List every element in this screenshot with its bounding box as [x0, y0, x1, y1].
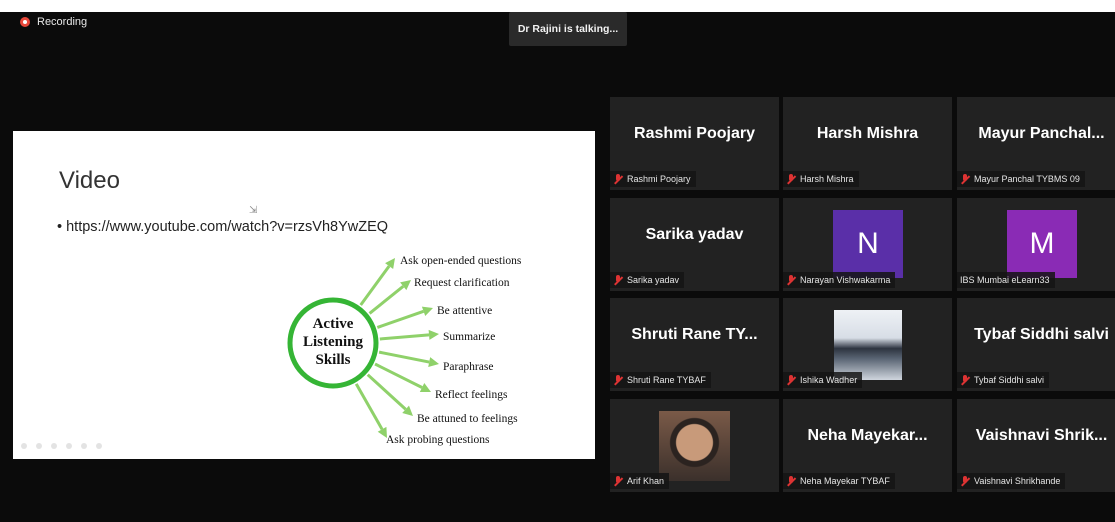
participant-display-name: Tybaf Siddhi salvi — [974, 326, 1109, 343]
participant-video-photo — [659, 411, 730, 481]
slide-control-dot[interactable] — [81, 443, 87, 449]
participant-tile[interactable]: Tybaf Siddhi salvi Tybaf Siddhi salvi — [957, 298, 1115, 391]
participant-avatar: M — [1007, 210, 1077, 278]
participant-tile[interactable]: Rashmi Poojary Rashmi Poojary — [610, 97, 779, 190]
center-label-1: Active — [313, 316, 354, 332]
skill-label: Ask probing questions — [386, 434, 490, 446]
skill-arrow-head — [421, 306, 433, 317]
participant-name-label: Harsh Mishra — [783, 171, 859, 187]
skill-label: Be attentive — [437, 305, 492, 317]
participant-label-text: Ishika Wadher — [800, 375, 858, 385]
slide-bullet-link: • https://www.youtube.com/watch?v=rzsVh8… — [57, 219, 389, 235]
participant-display-name: Neha Mayekar... — [807, 427, 928, 444]
participant-label-text: Shruti Rane TYBAF — [627, 375, 706, 385]
participant-label-text: Narayan Vishwakarma — [800, 275, 891, 285]
mic-muted-icon — [786, 173, 796, 185]
record-icon — [20, 17, 30, 27]
mic-muted-icon — [613, 374, 623, 386]
participant-label-text: Harsh Mishra — [800, 174, 854, 184]
skill-label: Request clarification — [414, 277, 510, 289]
skill-arrow-head — [428, 329, 439, 340]
skill-label: Be attuned to feelings — [417, 413, 518, 425]
skill-arrow-head — [428, 357, 439, 367]
participant-label-text: IBS Mumbai eLearn33 — [960, 275, 1050, 285]
participant-name-label: Arif Khan — [610, 473, 670, 489]
skill-arrow — [368, 285, 405, 315]
participant-name-label: Vaishnavi Shrikhande — [957, 473, 1066, 489]
participant-display-name: Sarika yadav — [645, 226, 744, 243]
mic-muted-icon — [613, 173, 623, 185]
recording-indicator[interactable]: Recording — [20, 16, 87, 28]
participant-label-text: Vaishnavi Shrikhande — [974, 476, 1061, 486]
participant-name-label: Ishika Wadher — [783, 372, 863, 388]
participant-label-text: Rashmi Poojary — [627, 174, 691, 184]
mouse-cursor-icon: ⇲ — [249, 205, 258, 216]
participant-label-text: Tybaf Siddhi salvi — [974, 375, 1045, 385]
participant-tile[interactable]: Shruti Rane TY... Shruti Rane TYBAF — [610, 298, 779, 391]
participant-label-text: Mayur Panchal TYBMS 09 — [974, 174, 1080, 184]
active-listening-diagram: Active Listening Skills Ask open-ended q… — [287, 255, 522, 446]
center-label-3: Skills — [315, 352, 350, 368]
shared-screen-slide: Video • https://www.youtube.com/watch?v=… — [13, 131, 595, 459]
participant-tile[interactable]: M IBS Mumbai eLearn33 — [957, 198, 1115, 291]
slide-controls — [21, 443, 102, 449]
participant-avatar: N — [833, 210, 903, 278]
top-bar — [0, 0, 1115, 12]
skill-label: Paraphrase — [443, 361, 493, 373]
mic-muted-icon — [960, 475, 970, 487]
participant-display-name: Mayur Panchal... — [978, 125, 1105, 142]
participant-tile[interactable]: Arif Khan — [610, 399, 779, 492]
participant-tile[interactable]: Sarika yadav Sarika yadav — [610, 198, 779, 291]
mic-muted-icon — [613, 475, 623, 487]
participant-tile[interactable]: Mayur Panchal... Mayur Panchal TYBMS 09 — [957, 97, 1115, 190]
skill-arrow — [366, 373, 407, 411]
participant-tile[interactable]: Neha Mayekar... Neha Mayekar TYBAF — [783, 399, 952, 492]
participant-tile[interactable]: Harsh Mishra Harsh Mishra — [783, 97, 952, 190]
slide-control-dot[interactable] — [66, 443, 72, 449]
participant-video-photo — [834, 310, 902, 380]
slide-control-dot[interactable] — [36, 443, 42, 449]
slide-control-dot[interactable] — [21, 443, 27, 449]
participant-display-name: Shruti Rane TY... — [631, 326, 758, 343]
skill-arrow — [376, 309, 425, 329]
participant-label-text: Arif Khan — [627, 476, 665, 486]
skill-label: Ask open-ended questions — [400, 255, 522, 267]
mic-muted-icon — [613, 274, 623, 286]
skill-label: Reflect feelings — [435, 389, 508, 401]
skill-arrow — [359, 265, 391, 306]
active-speaker-banner: Dr Rajini is talking... — [509, 12, 627, 46]
participant-display-name: Rashmi Poojary — [634, 125, 755, 142]
participant-display-name: Vaishnavi Shrik... — [975, 427, 1108, 444]
active-speaker-label: Dr Rajini is talking... — [517, 23, 619, 35]
skill-arrow — [354, 383, 384, 431]
slide-title: Video — [59, 167, 120, 194]
participant-name-label: Rashmi Poojary — [610, 171, 696, 187]
mic-muted-icon — [786, 374, 796, 386]
recording-label: Recording — [37, 16, 88, 28]
participant-name-label: Sarika yadav — [610, 272, 685, 288]
participant-name-label: IBS Mumbai eLearn33 — [957, 272, 1055, 288]
participant-display-name: Harsh Mishra — [816, 125, 919, 142]
slide-control-dot[interactable] — [96, 443, 102, 449]
participant-name-label: Shruti Rane TYBAF — [610, 372, 711, 388]
skill-arrow — [379, 333, 430, 341]
skill-arrow — [374, 362, 423, 389]
skill-label: Summarize — [443, 331, 495, 343]
center-label-2: Listening — [303, 334, 364, 350]
participant-tile[interactable]: Ishika Wadher — [783, 298, 952, 391]
participant-name-label: Neha Mayekar TYBAF — [783, 473, 895, 489]
participant-name-label: Mayur Panchal TYBMS 09 — [957, 171, 1085, 187]
mic-muted-icon — [786, 475, 796, 487]
mic-muted-icon — [786, 274, 796, 286]
participant-name-label: Tybaf Siddhi salvi — [957, 372, 1050, 388]
skill-arrow — [378, 350, 430, 364]
mic-muted-icon — [960, 173, 970, 185]
participant-tile[interactable]: N Narayan Vishwakarma — [783, 198, 952, 291]
slide-control-dot[interactable] — [51, 443, 57, 449]
participant-label-text: Neha Mayekar TYBAF — [800, 476, 890, 486]
mic-muted-icon — [960, 374, 970, 386]
participant-name-label: Narayan Vishwakarma — [783, 272, 896, 288]
participant-tile[interactable]: Vaishnavi Shrik... Vaishnavi Shrikhande — [957, 399, 1115, 492]
participant-label-text: Sarika yadav — [627, 275, 680, 285]
